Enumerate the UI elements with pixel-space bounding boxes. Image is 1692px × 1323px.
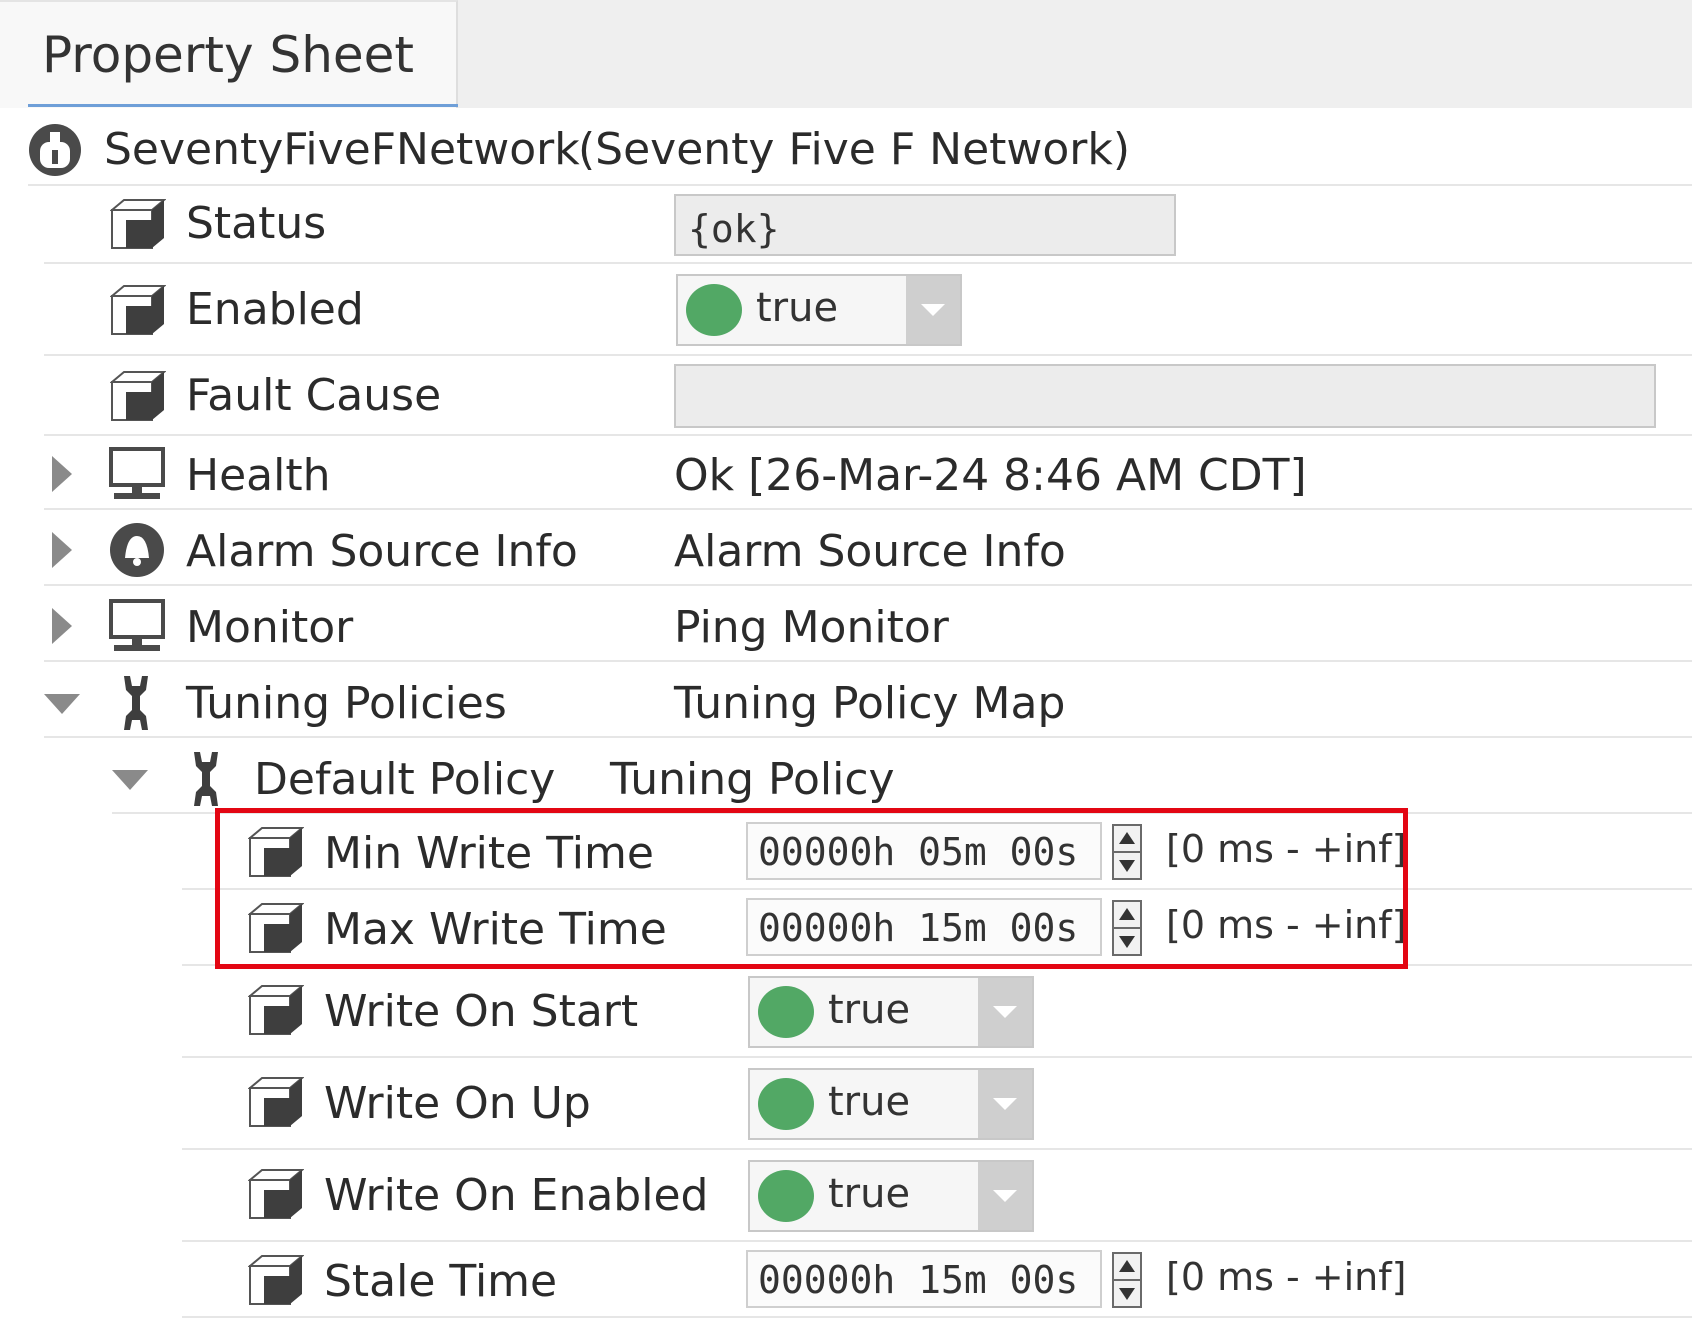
wrench-icon [118,674,154,736]
property-cube-icon [109,284,167,340]
fault-cause-field [674,364,1656,428]
row-divider [44,354,1692,356]
property-cube-icon [247,1254,305,1310]
expand-arrow-icon[interactable] [50,532,72,572]
monitor-icon [108,446,166,506]
status-field: {ok} [674,194,1176,256]
row-divider [44,434,1692,436]
write-on-enabled-value: true [828,1171,911,1217]
write-on-enabled-label: Write On Enabled [324,1170,709,1221]
alarm-bell-icon [108,522,166,582]
status-true-dot [758,1078,814,1130]
stale-time-input[interactable]: 00000h 15m 00s [746,1250,1102,1308]
fault-cause-label: Fault Cause [186,370,442,421]
tab-bar: Property Sheet [0,0,1692,108]
monitor-label: Monitor [186,602,354,653]
status-label: Status [186,198,327,249]
health-label: Health [186,450,331,501]
status-true-dot [758,986,814,1038]
property-cube-icon [109,370,167,426]
enabled-dropdown[interactable]: true [676,274,962,346]
network-display-name: (Seventy Five F Network) [578,124,1131,175]
row-divider [44,736,1692,738]
tab-active-indicator [28,104,458,107]
stale-time-label: Stale Time [324,1256,558,1307]
write-on-up-label: Write On Up [324,1078,591,1129]
row-divider [44,262,1692,264]
chevron-down-icon [993,1006,1017,1018]
tuning-policies-label: Tuning Policies [186,678,507,729]
status-true-dot [758,1170,814,1222]
dropdown-button[interactable] [978,1162,1032,1230]
dropdown-button[interactable] [978,1070,1032,1138]
tab-label: Property Sheet [42,26,415,84]
dropdown-button[interactable] [906,276,960,344]
default-policy-type: Tuning Policy [610,754,895,805]
property-cube-icon [247,1076,305,1132]
write-on-start-dropdown[interactable]: true [748,976,1034,1048]
alarm-source-info-value: Alarm Source Info [674,526,1066,577]
dropdown-button[interactable] [978,978,1032,1046]
chevron-down-icon [993,1098,1017,1110]
enabled-label: Enabled [186,284,364,335]
default-policy-label: Default Policy [254,754,556,805]
row-divider [182,1056,1692,1058]
row-divider [182,1240,1692,1242]
tab-property-sheet[interactable]: Property Sheet [0,0,458,108]
status-true-dot [686,284,742,336]
row-divider [28,184,1692,186]
network-icon [26,122,84,182]
write-on-up-dropdown[interactable]: true [748,1068,1034,1140]
annotation-highlight-box [215,808,1408,969]
monitor-value: Ping Monitor [674,602,949,653]
chevron-down-icon [921,304,945,316]
health-value: Ok [26-Mar-24 8:46 AM CDT] [674,450,1307,501]
write-on-start-label: Write On Start [324,986,639,1037]
tuning-policies-value: Tuning Policy Map [674,678,1066,729]
alarm-source-info-label: Alarm Source Info [186,526,578,577]
collapse-arrow-icon[interactable] [44,692,80,718]
write-on-up-value: true [828,1079,911,1125]
row-divider [182,1316,1692,1318]
stale-time-value: 00000h 15m 00s [758,1258,1079,1302]
collapse-arrow-icon[interactable] [112,768,148,794]
property-cube-icon [247,984,305,1040]
stale-time-spinner[interactable] [1112,1252,1142,1308]
monitor-icon [108,598,166,658]
row-divider [44,660,1692,662]
stale-time-range: [0 ms - +inf] [1166,1255,1407,1299]
status-value: {ok} [688,207,780,251]
wrench-icon [188,750,224,812]
expand-arrow-icon[interactable] [50,456,72,496]
row-divider [44,508,1692,510]
row-divider [182,1148,1692,1150]
row-divider [44,584,1692,586]
write-on-enabled-dropdown[interactable]: true [748,1160,1034,1232]
enabled-value: true [756,285,839,331]
chevron-down-icon [993,1190,1017,1202]
property-cube-icon [109,198,167,254]
property-cube-icon [247,1168,305,1224]
network-name[interactable]: SeventyFiveFNetwork [104,128,580,172]
expand-arrow-icon[interactable] [50,608,72,648]
write-on-start-value: true [828,987,911,1033]
